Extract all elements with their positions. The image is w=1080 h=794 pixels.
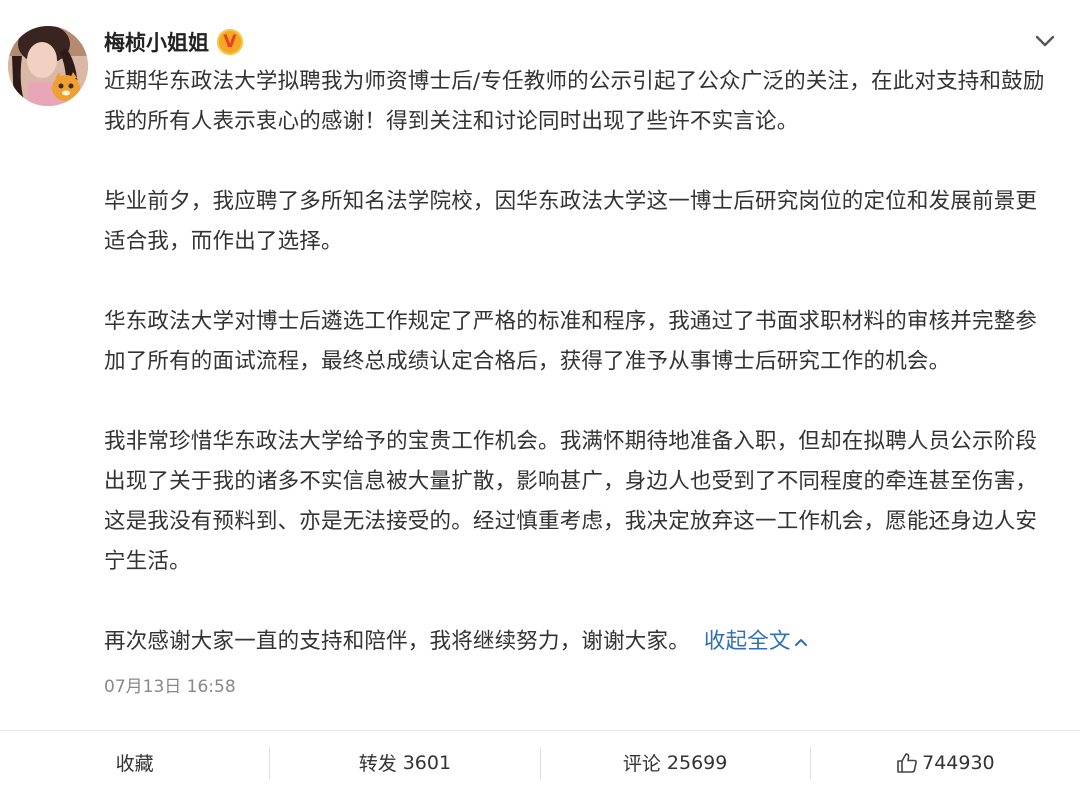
post-body: 近期华东政法大学拟聘我为师资博士后/专任教师的公示引起了公众广泛的关注，在此对支… (104, 62, 1054, 662)
chevron-up-icon (794, 639, 807, 646)
thumbs-up-icon (897, 752, 918, 773)
like-button[interactable]: 744930 (811, 731, 1080, 794)
author-name[interactable]: 梅桢小姐姐 (104, 27, 209, 57)
avatar-image (8, 26, 88, 106)
collapse-label: 收起全文 (703, 629, 791, 654)
repost-label: 转发 (358, 753, 397, 775)
avatar[interactable] (8, 26, 88, 106)
chevron-down-icon[interactable] (1034, 30, 1056, 52)
post-paragraph: 华东政法大学对博士后遴选工作规定了严格的标准和程序，我通过了书面求职材料的审核并… (104, 309, 1038, 374)
post-paragraph: 我非常珍惜华东政法大学给予的宝贵工作机会。我满怀期待地准备入职，但却在拟聘人员公… (104, 429, 1038, 574)
post-paragraph: 近期华东政法大学拟聘我为师资博士后/专任教师的公示引起了公众广泛的关注，在此对支… (104, 69, 1045, 134)
weibo-post: 梅桢小姐姐 V 近期华东政法大学拟聘我为师资博士后/专任教师的公示引起了公众广泛… (0, 0, 1080, 730)
favorite-button[interactable]: 收藏 (0, 731, 269, 794)
comment-label: 评论 (622, 753, 661, 775)
post-paragraph: 再次感谢大家一直的支持和陪伴，我将继续努力，谢谢大家。 (104, 629, 690, 654)
verified-badge-label: V (223, 32, 237, 52)
post-paragraph-final: 再次感谢大家一直的支持和陪伴，我将继续努力，谢谢大家。 收起全文 (104, 622, 1054, 662)
comment-count: 25699 (666, 751, 728, 774)
comment-button[interactable]: 评论 25699 (541, 731, 810, 794)
verified-badge: V (217, 29, 243, 55)
post-paragraph: 毕业前夕，我应聘了多所知名法学院校，因华东政法大学这一博士后研究岗位的定位和发展… (104, 189, 1038, 254)
timestamp: 07月13日 16:58 (104, 677, 236, 697)
author-line: 梅桢小姐姐 V (104, 26, 243, 58)
collapse-link[interactable]: 收起全文 (704, 629, 809, 654)
action-bar: 收藏 转发 3601 评论 25699 744930 (0, 731, 1080, 794)
repost-button[interactable]: 转发 3601 (270, 731, 539, 794)
like-count: 744930 (922, 751, 995, 774)
repost-count: 3601 (402, 751, 452, 774)
favorite-label: 收藏 (115, 753, 154, 775)
